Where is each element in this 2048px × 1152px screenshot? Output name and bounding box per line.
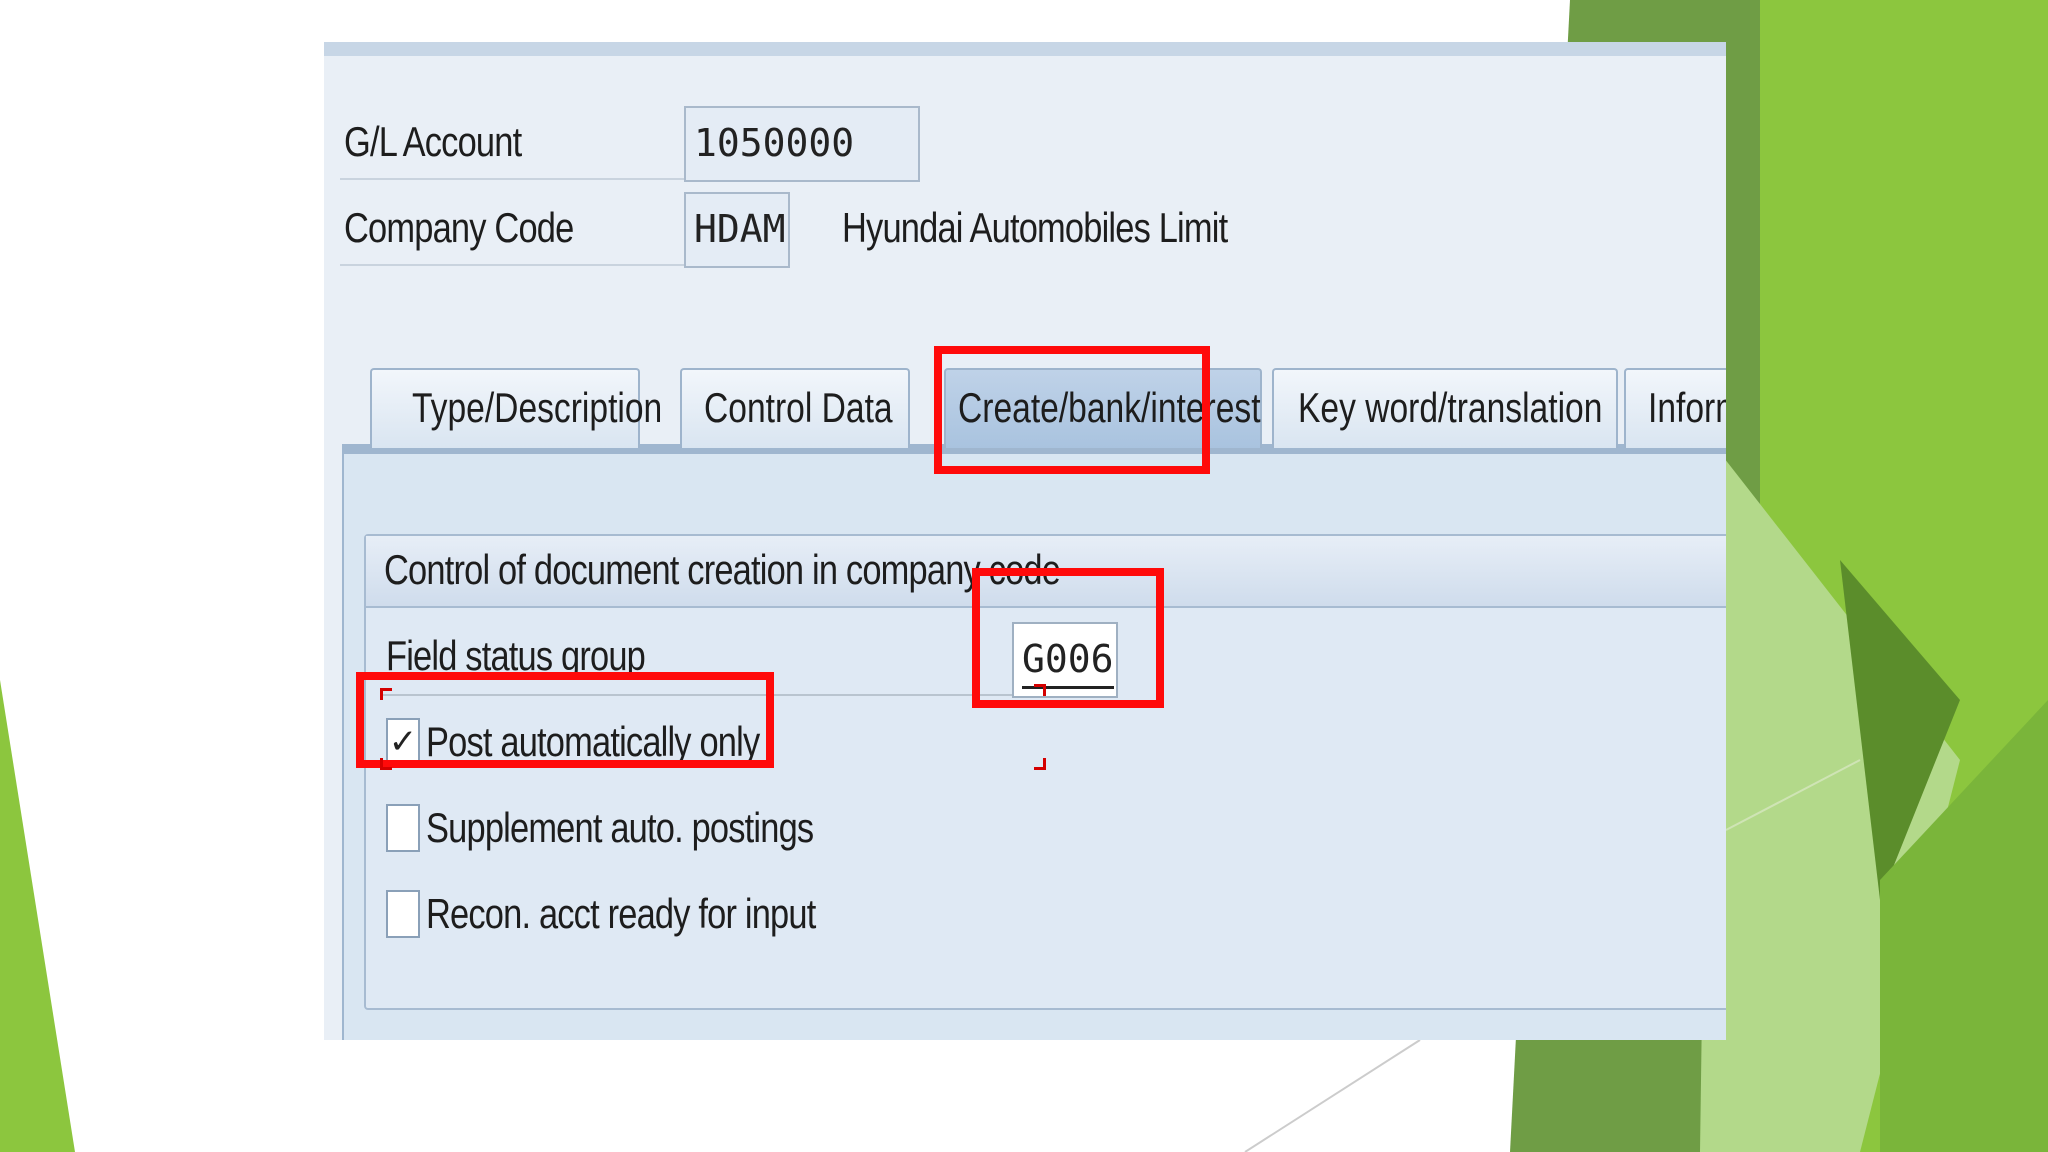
tab-label: Type/Description <box>412 384 663 431</box>
gl-account-label: G/L Account <box>344 118 522 165</box>
gl-account-field[interactable]: 1050000 <box>684 106 920 182</box>
supplement-auto-postings-checkbox[interactable] <box>386 804 420 852</box>
supplement-auto-postings-label: Supplement auto. postings <box>426 804 814 851</box>
group-title: Control of document creation in company … <box>384 546 1061 593</box>
tab-label: Control Data <box>704 384 893 431</box>
tab-type-description[interactable]: Type/Description <box>370 368 662 448</box>
recon-acct-checkbox[interactable] <box>386 890 420 938</box>
focus-corner-top-left <box>380 688 392 700</box>
highlight-post-automatically-only <box>356 672 774 768</box>
tab-label: Inform <box>1648 384 1726 431</box>
highlight-field-status-group <box>972 568 1164 708</box>
tab-key-word-translation[interactable]: Key word/translation <box>1272 368 1618 448</box>
sap-screenshot: G/L Account 1050000 Company Code HDAM Hy… <box>324 42 1726 1040</box>
focus-corner-bottom-left <box>380 758 392 770</box>
tab-label: Key word/translation <box>1298 384 1603 431</box>
company-name: Hyundai Automobiles Limit <box>842 204 1228 251</box>
company-code-row-line <box>340 264 700 266</box>
tab-control-data[interactable]: Control Data <box>680 368 910 448</box>
gl-account-row-line <box>340 178 700 180</box>
company-code-field[interactable]: HDAM <box>684 192 790 268</box>
company-code-label: Company Code <box>344 204 574 251</box>
highlight-create-bank-interest-tab <box>934 346 1210 474</box>
recon-acct-label: Recon. acct ready for input <box>426 890 816 937</box>
focus-corner-top-right <box>1034 684 1046 696</box>
focus-corner-bottom-right <box>1034 758 1046 770</box>
tab-information[interactable]: Inform <box>1624 368 1726 448</box>
